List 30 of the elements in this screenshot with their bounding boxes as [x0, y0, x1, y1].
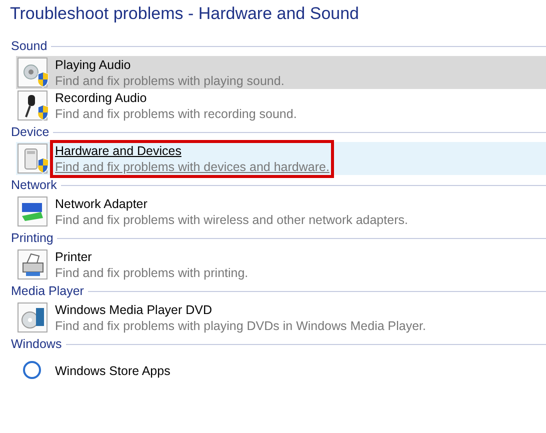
- item-title: Network Adapter: [55, 196, 148, 212]
- item-description: Find and fix problems with playing DVDs in Windows Media Player.: [55, 318, 426, 334]
- item-title: Hardware and Devices: [55, 142, 182, 158]
- item-description: Find and fix problems with wireless and other network adapters.: [55, 212, 408, 228]
- section-heading: Windows: [11, 336, 62, 353]
- printer-icon: [18, 249, 48, 279]
- item-description: Find and fix problems with devices and hardware.: [55, 158, 330, 174]
- item-title: Windows Media Player DVD: [55, 302, 213, 318]
- section-heading: Media Player: [11, 282, 84, 300]
- item-description: Find and fix problems with recording sound.: [55, 106, 297, 122]
- network-card-icon: [18, 196, 48, 226]
- troubleshooter-item[interactable]: Network Adapter Find and fix problems with wireless and other network adapters.: [16, 195, 546, 228]
- store-icon: [23, 360, 41, 378]
- troubleshooter-item[interactable]: Recording Audio Find and fix problems with recording sound.: [16, 89, 546, 122]
- page-title: Troubleshoot problems - Hardware and Sound: [10, 3, 360, 25]
- item-title: Printer: [55, 248, 93, 264]
- item-description: Find and fix problems with printing.: [55, 264, 248, 280]
- troubleshooter-item[interactable]: Printer Find and fix problems with printing.: [16, 248, 546, 281]
- item-title: Recording Audio: [55, 90, 148, 106]
- troubleshooter-item[interactable]: Windows Store Apps: [16, 354, 546, 387]
- troubleshooter-item[interactable]: Windows Media Player DVD Find and fix problems with playing DVDs in Windows Media Player.: [16, 301, 546, 334]
- item-title: Playing Audio: [55, 56, 132, 72]
- section-heading: Sound: [11, 38, 48, 55]
- section-heading: Device: [11, 124, 50, 141]
- item-title: Windows Store Apps: [55, 362, 170, 378]
- section-heading: Network: [11, 176, 57, 194]
- troubleshooter-item[interactable]: Hardware and Devices Find and fix problems with devices and hardware.: [16, 142, 546, 175]
- troubleshooter-item[interactable]: Playing Audio Find and fix problems with playing sound.: [16, 56, 546, 89]
- item-description: Find and fix problems with playing sound.: [55, 72, 284, 88]
- section-heading: Printing: [11, 230, 54, 247]
